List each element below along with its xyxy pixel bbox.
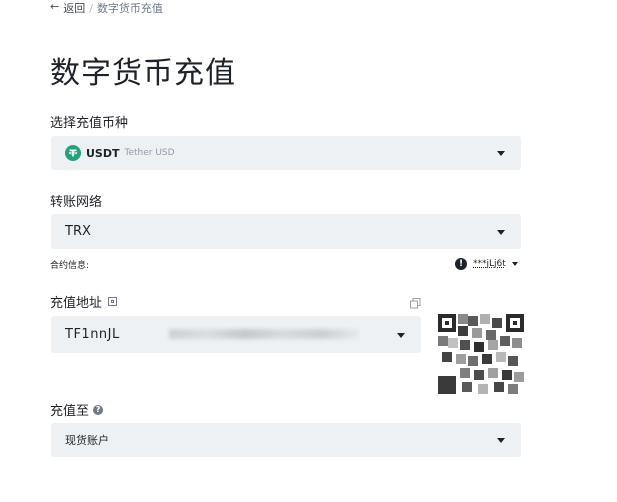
chevron-down-icon [397, 332, 405, 338]
address-value: TF1nnJL [65, 327, 120, 342]
qr-code-image [438, 314, 524, 394]
breadcrumb-current: 数字货币充值 [96, 2, 163, 15]
coin-code: USDT [86, 146, 120, 160]
address-label-row: 充值地址 [50, 292, 118, 311]
address-label: 充值地址 [50, 296, 103, 311]
chevron-down-icon [511, 262, 518, 266]
tether-icon [65, 145, 81, 161]
chevron-down-icon [497, 229, 505, 235]
network-select[interactable]: TRX [51, 214, 521, 249]
deposit-to-value: 现货账户 [65, 434, 109, 447]
coin-select-label: 选择充值币种 [50, 116, 129, 131]
copy-icon[interactable] [410, 294, 421, 313]
contract-value: ***jLj6t [473, 259, 506, 269]
contract-info-dropdown[interactable]: ! ***jLj6t [455, 258, 518, 270]
alert-icon: ! [455, 258, 467, 270]
breadcrumb-separator: / [89, 1, 93, 15]
chevron-down-icon [497, 151, 505, 156]
back-arrow-icon: ← [50, 0, 60, 13]
network-select-label: 转账网络 [50, 195, 103, 210]
coin-select[interactable]: USDT Tether USD [51, 136, 521, 170]
back-link[interactable]: ← 返回 [50, 0, 85, 16]
help-icon[interactable]: ? [93, 404, 104, 415]
qr-code-icon[interactable] [108, 297, 118, 306]
page-title: 数字货币充值 [50, 56, 236, 91]
breadcrumb: ← 返回 / 数字货币充值 [50, 0, 163, 16]
coin-name: Tether USD [124, 148, 175, 158]
deposit-to-select[interactable]: 现货账户 [51, 423, 521, 457]
deposit-to-label: 充值至 [50, 404, 90, 419]
back-label: 返回 [63, 2, 86, 15]
deposit-to-label-row: 充值至 ? [50, 400, 104, 419]
network-value: TRX [65, 224, 91, 239]
redacted-address [169, 329, 359, 339]
chevron-down-icon [497, 438, 505, 443]
address-select[interactable]: TF1nnJL [51, 316, 421, 353]
contract-info-label: 合约信息: [50, 261, 90, 271]
